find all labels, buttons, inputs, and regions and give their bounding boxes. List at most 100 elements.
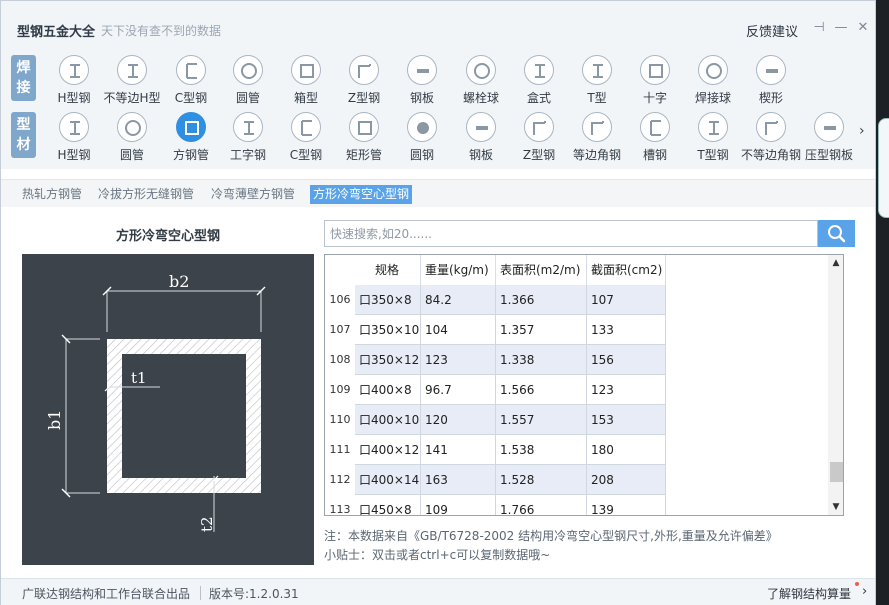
- header-weight[interactable]: 重量(kg/m): [421, 255, 496, 285]
- cell-spec[interactable]: 口400×10: [355, 405, 421, 435]
- subtab-cold-bent-thin[interactable]: 冷弯薄壁方钢管: [208, 185, 298, 204]
- weld-item-icon: [176, 55, 206, 85]
- cell-weight[interactable]: 163: [421, 465, 496, 495]
- weld-item-12[interactable]: 楔形: [736, 55, 806, 106]
- close-icon[interactable]: ✕: [856, 21, 870, 35]
- scroll-up-icon[interactable]: ▲: [828, 255, 843, 271]
- scroll-thumb[interactable]: [830, 462, 843, 482]
- cell-weight[interactable]: 141: [421, 435, 496, 465]
- cell-area[interactable]: 133: [587, 315, 666, 345]
- notification-dot: [855, 582, 859, 586]
- subtab-bar: 热轧方钢管 冷拔方形无缝钢管 冷弯薄壁方钢管 方形冷弯空心型钢: [1, 179, 875, 207]
- weld-item-label: 楔形: [758, 91, 783, 105]
- weld-item-icon: [59, 55, 89, 85]
- profile-item-icon: [349, 112, 379, 142]
- profile-category-tag[interactable]: 型材: [11, 112, 36, 158]
- section-diagram: b2 b1 t1 t2: [22, 254, 314, 565]
- cell-area[interactable]: 208: [587, 465, 666, 495]
- footer-arrow-icon[interactable]: ›: [862, 584, 867, 599]
- profile-item-icon: [698, 112, 728, 142]
- cell-surface[interactable]: 1.557: [496, 405, 587, 435]
- app-title: 型钢五金大全: [17, 25, 96, 40]
- cell-spec[interactable]: 口400×12: [355, 435, 421, 465]
- profile-item-icon: [466, 112, 496, 142]
- table-row[interactable]: 106 口350×8 84.2 1.366 107: [325, 285, 666, 315]
- app-subtitle: 天下没有查不到的数据: [101, 24, 222, 38]
- desktop-widget: [878, 118, 889, 218]
- dim-t2-label: t2: [198, 516, 216, 532]
- cell-area[interactable]: 139: [587, 495, 666, 515]
- pin-icon[interactable]: ⊣: [812, 21, 826, 35]
- feedback-link[interactable]: 反馈建议: [746, 21, 798, 40]
- category-bar: 焊接 型材 H型钢 不等边H型 C型钢 圆管 箱型 Z型钢 钢板 螺栓球 盒式 T型 十字 焊接球 楔形…: [1, 45, 875, 169]
- learn-more-link[interactable]: 了解钢结构算量: [767, 585, 851, 602]
- table-row[interactable]: 109 口400×8 96.7 1.566 123: [325, 375, 666, 405]
- cell-spec[interactable]: 口350×12: [355, 345, 421, 375]
- cell-surface[interactable]: 1.366: [496, 285, 587, 315]
- profile-item-icon: [407, 112, 437, 142]
- cell-spec[interactable]: 口350×10: [355, 315, 421, 345]
- search-input[interactable]: [324, 220, 818, 247]
- weld-item-icon: [117, 55, 147, 85]
- search-button[interactable]: [818, 220, 855, 247]
- table-row[interactable]: 111 口400×12 141 1.538 180: [325, 435, 666, 465]
- row-number: 106: [329, 293, 351, 306]
- cell-spec[interactable]: 口400×14: [355, 465, 421, 495]
- data-table: 规格 重量(kg/m) 表面积(m2/m) 截面积(cm2) 106 口350×8…: [324, 254, 844, 516]
- app-window: 型钢五金大全 天下没有查不到的数据 反馈建议 ⊣ — ✕ 焊接 型材 H型钢 不等…: [0, 0, 876, 605]
- cell-spec[interactable]: 口450×8: [355, 495, 421, 515]
- cell-spec[interactable]: 口400×8: [355, 375, 421, 405]
- weld-item-icon: [349, 55, 379, 85]
- cell-weight[interactable]: 109: [421, 495, 496, 515]
- cell-area[interactable]: 180: [587, 435, 666, 465]
- weld-item-icon: [466, 55, 496, 85]
- section-title: 方形冷弯空心型钢: [116, 229, 221, 244]
- header-area[interactable]: 截面积(cm2): [587, 255, 666, 285]
- next-arrow-icon[interactable]: ›: [859, 123, 865, 139]
- cell-area[interactable]: 156: [587, 345, 666, 375]
- subtab-cold-formed-hollow[interactable]: 方形冷弯空心型钢: [310, 185, 413, 204]
- cell-surface[interactable]: 1.766: [496, 495, 587, 515]
- minimize-icon[interactable]: —: [834, 21, 848, 35]
- profile-item-label: 压型钢板: [804, 148, 853, 162]
- background-desktop: [876, 0, 889, 605]
- title-bar: 型钢五金大全 天下没有查不到的数据 反馈建议 ⊣ — ✕: [1, 1, 875, 45]
- weld-tag-label: 焊接: [16, 60, 31, 96]
- cell-weight[interactable]: 123: [421, 345, 496, 375]
- cell-surface[interactable]: 1.338: [496, 345, 587, 375]
- dim-b1-label: b1: [45, 410, 64, 430]
- row-number: 112: [329, 473, 351, 486]
- cell-weight[interactable]: 120: [421, 405, 496, 435]
- version-text: 版本号:1.2.0.31: [209, 587, 299, 601]
- weld-item-icon: [233, 55, 263, 85]
- table-row[interactable]: 107 口350×10 104 1.357 133: [325, 315, 666, 345]
- cell-area[interactable]: 123: [587, 375, 666, 405]
- copy-tip: 小贴士：双击或者ctrl+c可以复制数据哦~: [324, 548, 551, 562]
- cell-weight[interactable]: 104: [421, 315, 496, 345]
- table-row[interactable]: 110 口400×10 120 1.557 153: [325, 405, 666, 435]
- cell-spec[interactable]: 口350×8: [355, 285, 421, 315]
- table-row[interactable]: 113 口450×8 109 1.766 139: [325, 495, 666, 515]
- header-spec[interactable]: 规格: [355, 255, 421, 285]
- subtab-hot-rolled[interactable]: 热轧方钢管: [19, 185, 85, 204]
- profile-item-13[interactable]: 压型钢板: [794, 112, 864, 163]
- data-source-note: 注：本数据来自《GB/T6728-2002 结构用冷弯空心型钢尺寸,外形,重量及…: [324, 529, 778, 543]
- cell-surface[interactable]: 1.566: [496, 375, 587, 405]
- cell-surface[interactable]: 1.357: [496, 315, 587, 345]
- cell-weight[interactable]: 96.7: [421, 375, 496, 405]
- subtab-cold-drawn[interactable]: 冷拔方形无缝钢管: [95, 185, 197, 204]
- table-row[interactable]: 112 口400×14 163 1.528 208: [325, 465, 666, 495]
- table-scrollbar[interactable]: ▲ ▼: [828, 255, 843, 515]
- table-row[interactable]: 108 口350×12 123 1.338 156: [325, 345, 666, 375]
- cell-surface[interactable]: 1.528: [496, 465, 587, 495]
- cell-surface[interactable]: 1.538: [496, 435, 587, 465]
- cell-area[interactable]: 107: [587, 285, 666, 315]
- footer-bar: 广联达钢结构和工作台联合出品 版本号:1.2.0.31 了解钢结构算量 ›: [1, 578, 875, 605]
- header-surface[interactable]: 表面积(m2/m): [496, 255, 587, 285]
- scroll-down-icon[interactable]: ▼: [828, 499, 843, 515]
- profile-item-icon: [59, 112, 89, 142]
- dim-t1-label: t1: [131, 369, 147, 387]
- cell-weight[interactable]: 84.2: [421, 285, 496, 315]
- weld-category-tag[interactable]: 焊接: [11, 55, 36, 101]
- cell-area[interactable]: 153: [587, 405, 666, 435]
